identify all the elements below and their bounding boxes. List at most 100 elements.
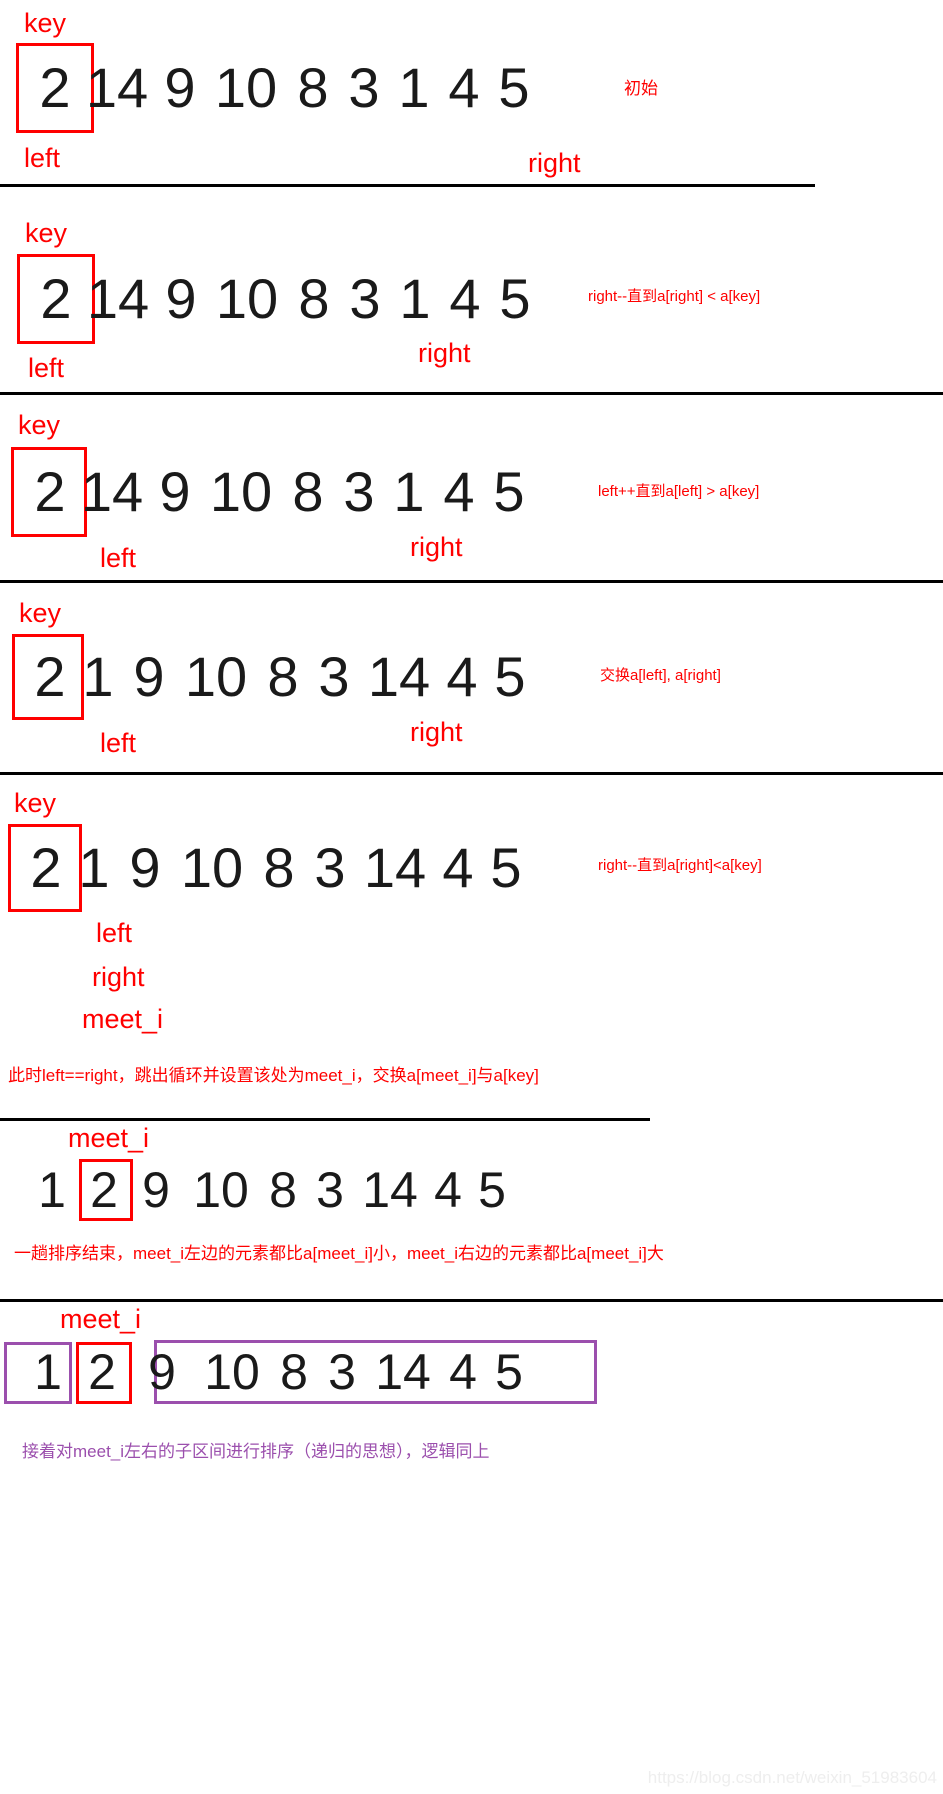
array-row: 2 14 9 10 8 3 1 4 5: [33, 271, 539, 327]
array-cell: 14: [363, 836, 427, 899]
right-pointer-label: right: [92, 962, 145, 992]
array-cell: 8: [267, 645, 299, 708]
array-cell: 10: [193, 1162, 249, 1218]
array-cell: 3: [343, 460, 375, 523]
array-cell: 5: [490, 836, 522, 899]
array-cell: 10: [184, 645, 248, 708]
array-row: 1 2 9 10 8 3 14 4 5: [22, 1347, 532, 1397]
array-cell: 1: [399, 267, 431, 330]
array-cell: 5: [478, 1162, 506, 1218]
array-cell: 9: [148, 1344, 176, 1400]
right-pointer-label: right: [528, 148, 581, 178]
array-cell: 14: [362, 1162, 418, 1218]
array-cell: 1: [398, 56, 430, 119]
meet-index-label: meet_i: [60, 1304, 142, 1334]
array-cell: 2: [34, 645, 66, 708]
step-note: 交换a[left], a[right]: [600, 667, 721, 684]
array-cell: 3: [316, 1162, 344, 1218]
step-note: 初始: [624, 79, 658, 98]
key-label: key: [14, 788, 57, 818]
key-label: key: [19, 598, 62, 628]
array-cell: 9: [164, 56, 196, 119]
array-cell: 1: [393, 460, 425, 523]
array-cell: 5: [499, 267, 531, 330]
watermark-text: https://blog.csdn.net/weixin_51983604: [647, 1768, 937, 1787]
array-cell: 2: [39, 56, 71, 119]
step-caption: 此时left==right，跳出循环并设置该处为meet_i，交换a[meet_…: [8, 1066, 539, 1085]
array-cell: 9: [129, 836, 161, 899]
array-cell: 1: [38, 1162, 66, 1218]
step-caption: 一趟排序结束，meet_i左边的元素都比a[meet_i]小，meet_i右边的…: [14, 1244, 664, 1263]
array-cell: 10: [215, 267, 279, 330]
array-cell: 4: [446, 645, 478, 708]
step-note: left++直到a[left] > a[key]: [598, 483, 760, 500]
array-cell: 3: [314, 836, 346, 899]
array-cell: 4: [434, 1162, 462, 1218]
panel-divider: [0, 580, 943, 583]
left-pointer-label: left: [96, 918, 133, 948]
array-cell: 2: [30, 836, 62, 899]
array-cell: 1: [82, 645, 114, 708]
array-cell: 9: [159, 460, 191, 523]
meet-index-label: meet_i: [68, 1123, 150, 1153]
array-cell: 4: [449, 1344, 477, 1400]
array-cell: 3: [349, 267, 381, 330]
array-row: 2 14 9 10 8 3 1 4 5: [27, 464, 533, 520]
panel-divider: [0, 1118, 650, 1121]
panel-divider: [0, 772, 943, 775]
array-row: 2 1 9 10 8 3 14 4 5: [24, 840, 530, 896]
array-cell: 10: [180, 836, 244, 899]
array-cell: 5: [498, 56, 530, 119]
array-cell: 8: [298, 267, 330, 330]
array-cell: 10: [204, 1344, 260, 1400]
array-row: 2 14 9 10 8 3 1 4 5: [32, 60, 538, 116]
array-cell: 10: [214, 56, 278, 119]
array-cell: 4: [449, 267, 481, 330]
array-cell: 10: [209, 460, 273, 523]
array-row: 1 2 9 10 8 3 14 4 5: [26, 1165, 514, 1215]
array-cell: 3: [328, 1344, 356, 1400]
panel-divider: [0, 1299, 943, 1302]
right-pointer-label: right: [418, 338, 471, 368]
array-cell: 5: [494, 645, 526, 708]
array-cell: 1: [78, 836, 110, 899]
array-cell: 5: [495, 1344, 523, 1400]
left-pointer-label: left: [100, 543, 137, 573]
left-pointer-label: left: [100, 728, 137, 758]
key-label: key: [24, 8, 67, 38]
array-cell: 2: [34, 460, 66, 523]
array-cell: 4: [443, 460, 475, 523]
panel-divider: [0, 184, 815, 187]
array-cell: 4: [448, 56, 480, 119]
array-cell: 8: [263, 836, 295, 899]
array-cell: 9: [133, 645, 165, 708]
array-cell: 2: [88, 1344, 116, 1400]
step-note: right--直到a[right]<a[key]: [598, 857, 762, 874]
array-cell: 8: [280, 1344, 308, 1400]
array-row: 2 1 9 10 8 3 14 4 5: [28, 649, 534, 705]
array-cell: 1: [34, 1344, 62, 1400]
array-cell: 14: [80, 460, 144, 523]
array-cell: 14: [86, 267, 150, 330]
array-cell: 5: [493, 460, 525, 523]
left-pointer-label: left: [28, 353, 65, 383]
array-cell: 4: [442, 836, 474, 899]
left-pointer-label: left: [24, 143, 61, 173]
quicksort-partition-diagram: key 2 14 9 10 8 3 1 4 5 left right 初始 key 2 14 9 10…: [0, 0, 943, 1794]
array-cell: 14: [367, 645, 431, 708]
key-label: key: [25, 218, 68, 248]
right-pointer-label: right: [410, 532, 463, 562]
array-cell: 14: [85, 56, 149, 119]
key-label: key: [18, 410, 61, 440]
array-cell: 2: [40, 267, 72, 330]
array-cell: 8: [292, 460, 324, 523]
array-cell: 8: [269, 1162, 297, 1218]
step-note: right--直到a[right] < a[key]: [588, 288, 761, 305]
array-cell: 14: [375, 1344, 431, 1400]
meet-index-label: meet_i: [82, 1004, 164, 1034]
array-cell: 9: [165, 267, 197, 330]
array-cell: 3: [318, 645, 350, 708]
array-cell: 8: [297, 56, 329, 119]
array-cell: 2: [90, 1162, 118, 1218]
step-caption: 接着对meet_i左右的子区间进行排序（递归的思想），逻辑同上: [22, 1442, 490, 1461]
